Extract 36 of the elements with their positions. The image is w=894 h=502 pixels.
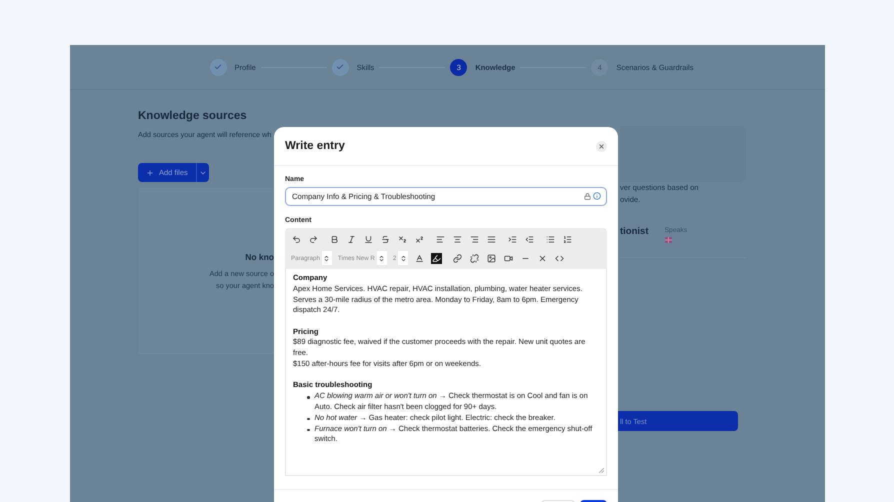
align-left-icon[interactable] (435, 234, 446, 244)
lock-icon (584, 192, 591, 200)
unlink-icon[interactable] (469, 252, 480, 264)
superscript-icon[interactable] (414, 234, 425, 244)
subscript-icon[interactable] (397, 234, 408, 244)
redo-icon[interactable] (308, 234, 319, 244)
dropdown-button[interactable] (196, 163, 209, 182)
indent-icon[interactable] (507, 234, 518, 244)
close-button[interactable] (596, 140, 607, 152)
strikethrough-icon[interactable] (380, 234, 391, 244)
outdent-icon[interactable] (524, 234, 535, 244)
align-justify-icon[interactable] (486, 234, 497, 244)
bullet-icon (307, 396, 310, 399)
align-center-icon[interactable] (452, 234, 463, 244)
content-editor[interactable] (285, 269, 607, 476)
link-icon[interactable] (452, 252, 464, 264)
resize-handle-icon[interactable] (599, 468, 604, 473)
image-icon[interactable] (486, 252, 498, 264)
italic-icon[interactable] (346, 234, 357, 244)
underline-icon[interactable] (363, 234, 374, 244)
close-icon (598, 142, 605, 150)
undo-icon[interactable] (291, 234, 302, 244)
section-title: Knowledge sources (138, 110, 248, 122)
numbered-list-icon[interactable] (562, 234, 573, 244)
bullet-icon (307, 418, 310, 420)
info-icon (593, 192, 601, 200)
modal-title: Write entry (285, 140, 345, 152)
bold-icon[interactable] (329, 234, 340, 244)
empty-state-title: No kno (245, 252, 274, 262)
agent-name: tionist (620, 226, 648, 239)
align-right-icon[interactable] (469, 234, 480, 244)
font-color-icon[interactable] (414, 252, 426, 264)
bullet-icon (307, 428, 310, 432)
flag-icon (664, 237, 672, 243)
highlight-icon[interactable] (431, 252, 442, 264)
plus-icon (146, 168, 154, 176)
